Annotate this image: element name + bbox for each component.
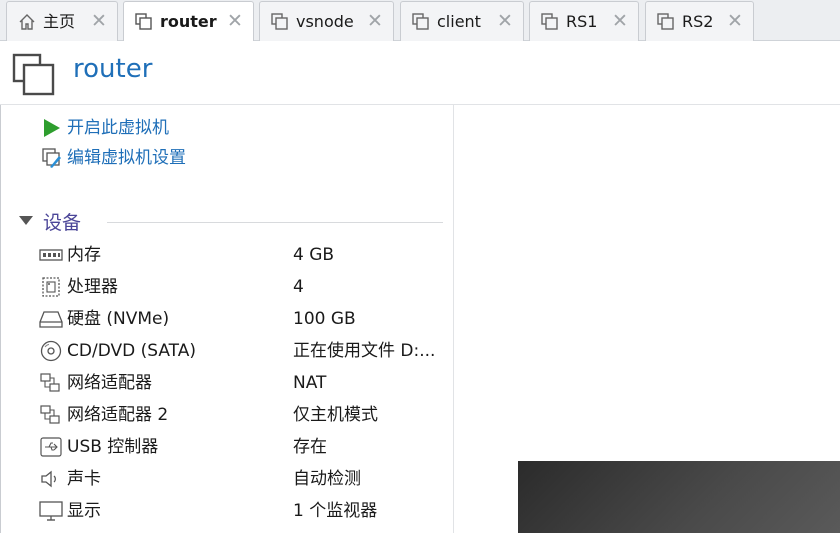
action-label: 开启此虚拟机	[67, 118, 169, 138]
device-name: 处理器	[67, 277, 118, 297]
tab-label: RS1	[566, 12, 598, 31]
device-value: NAT	[293, 373, 327, 393]
network-adapter-icon	[40, 405, 60, 424]
close-icon[interactable]: ✕	[495, 11, 515, 31]
cd-dvd-icon	[40, 340, 62, 362]
sound-icon	[41, 470, 56, 488]
devices-section-header[interactable]: 设备	[19, 210, 443, 236]
vm-icon	[12, 53, 55, 96]
close-icon[interactable]: ✕	[89, 11, 109, 31]
device-value: 自动检测	[293, 469, 361, 489]
close-icon[interactable]: ✕	[725, 11, 745, 31]
device-name: 硬盘 (NVMe)	[67, 309, 170, 329]
device-row-network-adapter[interactable]: 网络适配器 NAT	[39, 369, 449, 397]
device-row-network-adapter-2[interactable]: 网络适配器 2 仅主机模式	[39, 401, 449, 429]
device-name: CD/DVD (SATA)	[67, 341, 196, 361]
device-value: 4	[293, 277, 304, 297]
tab-bar: 主页 ✕ router ✕ vsnode ✕ client ✕ RS1 ✕ RS…	[0, 0, 840, 42]
display-icon	[39, 501, 63, 521]
device-value: 仅主机模式	[293, 405, 378, 425]
usb-icon	[40, 437, 62, 457]
device-name: 显示	[67, 501, 101, 521]
edit-settings-icon	[42, 148, 61, 168]
tab-label: 主页	[43, 12, 76, 31]
tab-router[interactable]: router ✕	[123, 1, 254, 42]
vm-screen-thumbnail[interactable]	[518, 461, 840, 533]
play-icon	[44, 119, 60, 137]
section-title: 设备	[43, 212, 82, 234]
device-name: 网络适配器 2	[67, 405, 169, 425]
home-icon	[19, 14, 35, 30]
device-value: 1 个监视器	[293, 501, 378, 521]
tab-label: client	[437, 12, 481, 31]
device-name: 声卡	[67, 469, 101, 489]
tab-vsnode[interactable]: vsnode ✕	[259, 1, 394, 41]
close-icon[interactable]: ✕	[610, 11, 630, 31]
device-row-sound-card[interactable]: 声卡 自动检测	[39, 465, 449, 493]
device-name: 网络适配器	[67, 373, 152, 393]
vm-icon	[135, 13, 152, 30]
device-value: 4 GB	[293, 245, 335, 265]
tab-rs2[interactable]: RS2 ✕	[645, 1, 754, 41]
tab-home[interactable]: 主页 ✕	[6, 1, 118, 41]
device-row-hard-disk[interactable]: 硬盘 (NVMe) 100 GB	[39, 305, 449, 333]
device-value: 存在	[293, 437, 327, 457]
device-value: 100 GB	[293, 309, 356, 329]
tab-label: RS2	[682, 12, 714, 31]
tab-label: router	[160, 12, 217, 31]
vm-icon	[271, 13, 288, 30]
network-adapter-icon	[40, 373, 60, 392]
device-row-cpu[interactable]: 处理器 4	[39, 273, 449, 301]
power-on-vm-link[interactable]: 开启此虚拟机	[41, 116, 169, 140]
device-name: 内存	[67, 245, 101, 265]
page-title: router	[73, 54, 153, 84]
vm-icon	[657, 13, 674, 30]
action-label: 编辑虚拟机设置	[67, 148, 186, 168]
vm-icon	[541, 13, 558, 30]
vm-header: router	[0, 41, 840, 105]
tab-client[interactable]: client ✕	[400, 1, 524, 41]
tab-label: vsnode	[296, 12, 354, 31]
device-row-cd-dvd[interactable]: CD/DVD (SATA) 正在使用文件 D:...	[39, 337, 449, 365]
vm-details-panel: 开启此虚拟机 编辑虚拟机设置 设备 内存 4 GB 处理器 4 硬盘 (NVMe…	[0, 105, 454, 533]
cpu-icon	[42, 277, 60, 297]
vm-icon	[412, 13, 429, 30]
edit-vm-settings-link[interactable]: 编辑虚拟机设置	[41, 146, 186, 170]
tab-rs1[interactable]: RS1 ✕	[529, 1, 639, 41]
device-row-memory[interactable]: 内存 4 GB	[39, 241, 449, 269]
close-icon[interactable]: ✕	[365, 11, 385, 31]
close-icon[interactable]: ✕	[225, 11, 245, 31]
memory-icon	[39, 249, 63, 261]
device-row-display[interactable]: 显示 1 个监视器	[39, 497, 449, 525]
divider	[107, 222, 443, 223]
hard-disk-icon	[39, 311, 63, 328]
device-row-usb-controller[interactable]: USB 控制器 存在	[39, 433, 449, 461]
collapse-caret-icon[interactable]	[19, 216, 33, 225]
device-name: USB 控制器	[67, 437, 159, 457]
device-value: 正在使用文件 D:...	[293, 341, 436, 361]
